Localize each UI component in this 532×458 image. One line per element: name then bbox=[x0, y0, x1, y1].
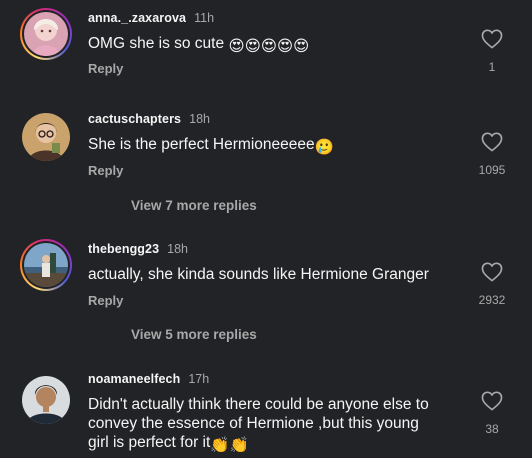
reply-button[interactable]: Reply bbox=[88, 293, 123, 308]
heart-outline-icon[interactable] bbox=[481, 391, 503, 411]
reply-button[interactable]: Reply bbox=[88, 61, 123, 76]
comment-body-text: girl is perfect for it bbox=[88, 434, 211, 451]
view-more-replies-button[interactable]: View 7 more replies bbox=[131, 198, 257, 213]
timestamp: 11h bbox=[194, 11, 215, 25]
avatar-image bbox=[24, 243, 68, 287]
heart-outline-icon[interactable] bbox=[481, 29, 503, 49]
comment-body-line: convey the essence of Hermione ,but this… bbox=[88, 415, 419, 432]
avatar[interactable] bbox=[20, 8, 72, 60]
comment-meta: anna._.zaxarova 11h bbox=[88, 10, 214, 25]
timestamp: 17h bbox=[188, 372, 210, 386]
comments-screen: anna._.zaxarova 11h OMG she is so cute 😍😍… bbox=[0, 0, 532, 458]
comment-body: She is the perfect Hermioneeeee bbox=[88, 136, 315, 153]
clapping-emoji: 👏👏 bbox=[210, 437, 249, 454]
like-control: 1095 bbox=[472, 132, 512, 177]
comment-text: Didn't actually think there could be any… bbox=[88, 395, 429, 455]
like-control: 38 bbox=[472, 391, 512, 436]
username[interactable]: cactuschapters bbox=[88, 112, 181, 126]
comment-text: OMG she is so cute 😍😍😍😍😍 bbox=[88, 34, 309, 56]
heart-outline-icon[interactable] bbox=[481, 262, 503, 282]
comment-meta: cactuschapters 18h bbox=[88, 111, 210, 126]
comment-body-line: girl is perfect for it👏👏 bbox=[88, 433, 429, 455]
comment-text: She is the perfect Hermioneeeee🥲 bbox=[88, 135, 334, 157]
comment-body: OMG she is so cute bbox=[88, 35, 225, 52]
avatar-image bbox=[22, 113, 70, 161]
comment-body-line: Didn't actually think there could be any… bbox=[88, 396, 429, 413]
like-control: 2932 bbox=[472, 262, 512, 307]
avatar-image bbox=[24, 12, 68, 56]
username[interactable]: anna._.zaxarova bbox=[88, 11, 186, 25]
comment-meta: thebengg23 18h bbox=[88, 241, 188, 256]
avatar-image bbox=[22, 376, 70, 424]
like-count: 1 bbox=[488, 60, 496, 74]
avatar[interactable] bbox=[20, 239, 72, 291]
username[interactable]: noamaneelfech bbox=[88, 372, 180, 386]
avatar[interactable] bbox=[22, 376, 70, 424]
like-count: 2932 bbox=[478, 293, 506, 307]
tear-smile-emoji: 🥲 bbox=[314, 139, 334, 156]
view-more-replies-button[interactable]: View 5 more replies bbox=[131, 327, 257, 342]
like-count: 38 bbox=[485, 422, 499, 436]
comment-text: actually, she kinda sounds like Hermione… bbox=[88, 266, 429, 283]
reply-button[interactable]: Reply bbox=[88, 163, 123, 178]
timestamp: 18h bbox=[167, 242, 189, 256]
avatar[interactable] bbox=[22, 113, 70, 161]
username[interactable]: thebengg23 bbox=[88, 242, 159, 256]
heart-eyes-emoji: 😍😍😍😍😍 bbox=[228, 38, 310, 55]
like-count: 1095 bbox=[478, 163, 506, 177]
timestamp: 18h bbox=[189, 112, 210, 126]
comment-meta: noamaneelfech 17h bbox=[88, 371, 209, 386]
heart-outline-icon[interactable] bbox=[481, 132, 503, 152]
like-control: 1 bbox=[472, 29, 512, 74]
